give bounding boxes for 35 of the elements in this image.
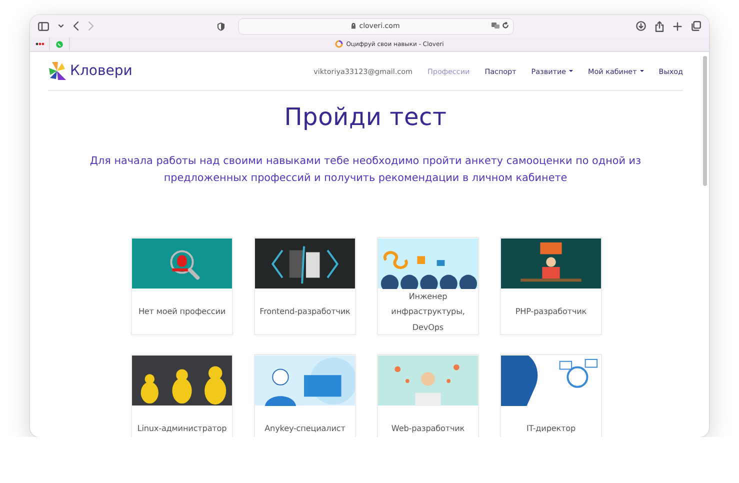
download-icon[interactable] bbox=[636, 21, 646, 31]
intro-text: Для начала работы над своими навыками тебе необходимо пройти анкету самооценки по одной из предложенных профессий и получить рекомендации в личном кабинете bbox=[88, 154, 642, 186]
tabs-icon[interactable] bbox=[691, 21, 701, 31]
profession-name[interactable]: Нет моей профессии bbox=[138, 304, 226, 320]
profession-card[interactable]: Linux-администратор bbox=[131, 354, 233, 437]
logo-text[interactable]: Кловери bbox=[70, 63, 132, 79]
profession-card[interactable]: Frontend-разработчик bbox=[254, 237, 356, 335]
ring-icon bbox=[335, 40, 344, 48]
profession-card[interactable]: Нет моей профессии bbox=[131, 237, 233, 335]
profession-name[interactable]: Инженер инфраструктуры, DevOps bbox=[379, 288, 477, 336]
profession-card[interactable]: Anykey-специалист bbox=[254, 354, 356, 437]
reload-icon[interactable] bbox=[502, 22, 508, 28]
profession-name[interactable]: PHP-разработчик bbox=[515, 304, 587, 320]
lock-icon bbox=[351, 23, 356, 29]
profession-card[interactable]: PHP-разработчик bbox=[500, 237, 602, 335]
profession-name[interactable]: IT-директор bbox=[526, 421, 576, 437]
chevron-down-icon[interactable] bbox=[58, 24, 64, 28]
page-title: Пройди тест bbox=[283, 103, 448, 131]
profession-card[interactable]: Web-разработчик bbox=[377, 354, 479, 437]
scrollbar-thumb[interactable] bbox=[703, 56, 707, 186]
logo-icon[interactable] bbox=[48, 61, 67, 81]
sidebar-icon[interactable] bbox=[38, 22, 49, 30]
share-icon[interactable] bbox=[655, 20, 664, 32]
chat-bubble-icon bbox=[56, 40, 63, 48]
profession-name[interactable]: Web-разработчик bbox=[391, 421, 465, 437]
profession-name[interactable]: Frontend-разработчик bbox=[260, 304, 350, 320]
translate-icon[interactable] bbox=[490, 22, 500, 28]
back-icon[interactable] bbox=[73, 21, 79, 31]
dots-icon bbox=[34, 42, 44, 46]
profession-card[interactable]: Инженер инфраструктуры, DevOps bbox=[377, 237, 479, 335]
shield-icon[interactable] bbox=[216, 22, 224, 30]
profession-card[interactable]: IT-директор bbox=[500, 354, 602, 437]
profession-name[interactable]: Anykey-специалист bbox=[264, 421, 346, 437]
plus-icon[interactable] bbox=[673, 22, 682, 30]
profession-name[interactable]: Linux-администратор bbox=[137, 421, 227, 437]
